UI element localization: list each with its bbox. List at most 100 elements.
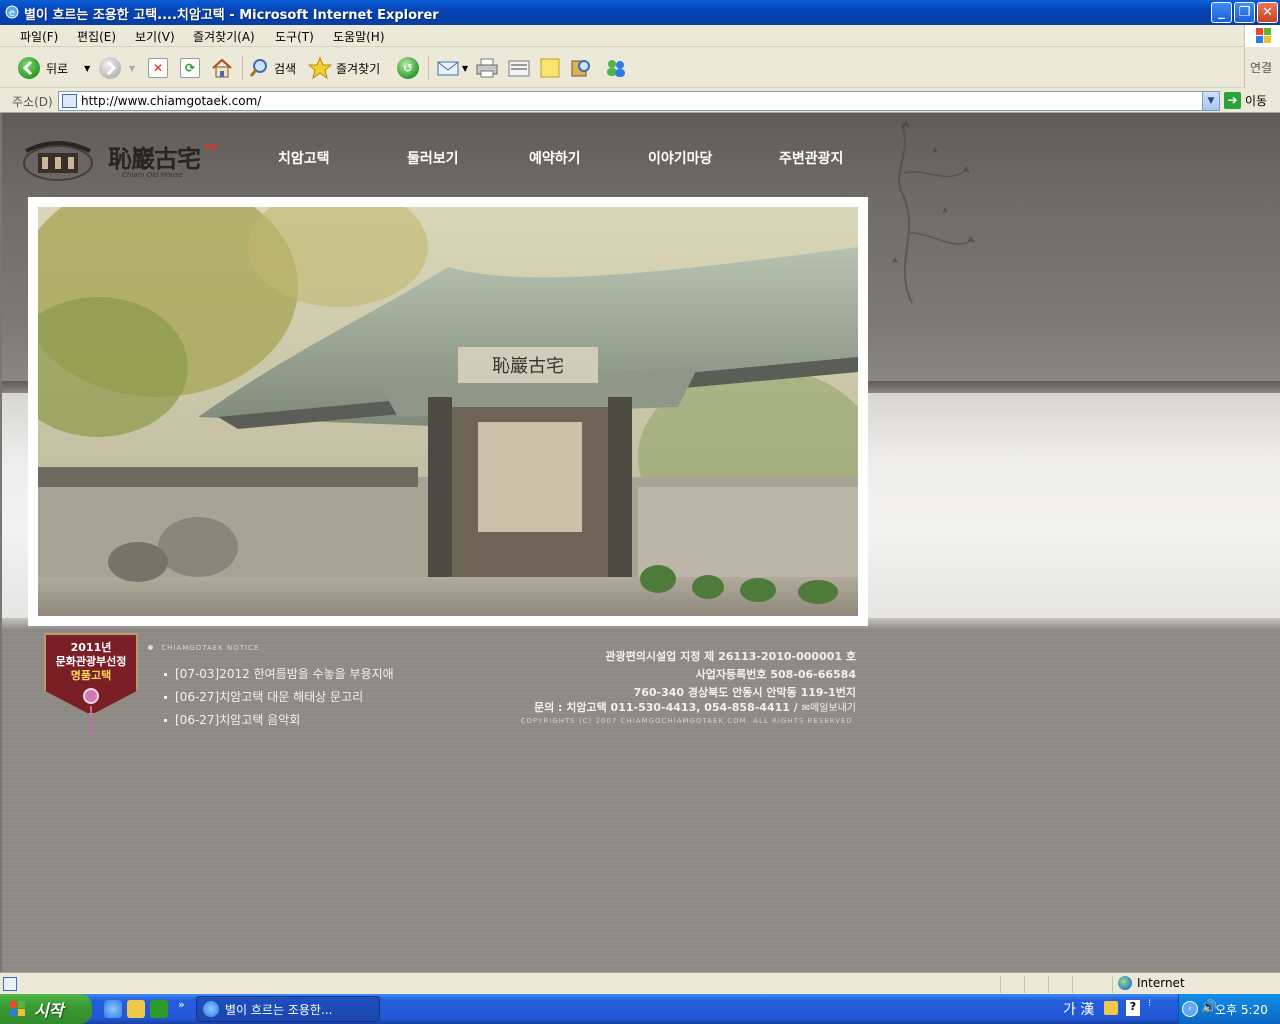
- close-button[interactable]: ✕: [1257, 2, 1278, 23]
- edit-button[interactable]: [507, 55, 531, 81]
- status-panel: [1112, 976, 1113, 993]
- printer-icon: [476, 58, 498, 78]
- start-label: 시작: [34, 1001, 64, 1020]
- menu-tools[interactable]: 도구(T): [275, 28, 314, 45]
- edit-document-icon: [508, 60, 530, 77]
- discuss-button[interactable]: [538, 55, 562, 81]
- address-label: 주소(D): [12, 95, 53, 109]
- refresh-button[interactable]: ⟳: [180, 55, 200, 81]
- hero-frame: 恥巖古宅: [28, 197, 868, 626]
- messenger-button[interactable]: [603, 55, 629, 81]
- research-button[interactable]: [569, 55, 593, 81]
- home-icon: [212, 58, 232, 78]
- globe-icon: [1118, 976, 1132, 990]
- contact-text: 문의 : 치암고택 011-530-4413, 054-858-4411 /: [533, 701, 798, 714]
- quicklaunch-expand-icon[interactable]: »: [178, 998, 185, 1011]
- notice-text[interactable]: [07-03]2012 한여름밤을 수놓을 부용지애: [175, 667, 394, 681]
- search-button[interactable]: 검색: [248, 55, 296, 81]
- ime-indicator[interactable]: 가 漢: [1063, 999, 1094, 1019]
- badge-line2: 명품고택: [70, 669, 112, 682]
- note-icon: [540, 58, 560, 78]
- back-dropdown-icon[interactable]: ▼: [84, 64, 90, 73]
- research-icon: [571, 60, 590, 77]
- toolbar-separator: [242, 56, 243, 80]
- tray-collapse-icon[interactable]: ‹: [1182, 1001, 1198, 1017]
- search-label: 검색: [274, 61, 297, 76]
- notice-bullet-icon: [148, 645, 153, 650]
- notice-text[interactable]: [06-27]치암고택 음악회: [175, 713, 300, 727]
- nav-chiamgotaek[interactable]: 치암고택: [278, 148, 330, 168]
- forward-dropdown-icon[interactable]: ▼: [129, 64, 135, 73]
- nav-tour[interactable]: 둘러보기: [407, 148, 459, 168]
- mail-link-label: 메일보내기: [810, 703, 856, 714]
- stop-button[interactable]: ✕: [148, 55, 168, 81]
- address-dropdown-icon[interactable]: ▼: [1202, 92, 1219, 110]
- start-button[interactable]: 시작: [0, 994, 92, 1024]
- help-icon[interactable]: ?: [1126, 1000, 1140, 1016]
- address-info: 760-340 경상북도 안동시 안막동 119-1번지: [633, 686, 856, 699]
- forward-arrow-icon: [99, 57, 121, 79]
- windows-flag-icon: [10, 1001, 25, 1016]
- hero-image-gate: 恥巖古宅: [38, 207, 858, 616]
- nav-nearby-attractions[interactable]: 주변관광지: [779, 148, 843, 168]
- notice-title-text: CHIAMGOTAEK NOTICE: [161, 644, 260, 652]
- license-info: 관광편의시설업 지정 제 26113-2010-000001 호: [605, 650, 856, 663]
- menu-favorites[interactable]: 즐겨찾기(A): [193, 28, 255, 45]
- nav-reservation[interactable]: 예약하기: [529, 148, 581, 168]
- window-title: 별이 흐르는 조용한 고택....치암고택 - Microsoft Intern…: [24, 8, 439, 23]
- mail-link[interactable]: ✉메일보내기: [802, 703, 856, 714]
- award-badge: 2011년 문화관광부선정 명품고택: [44, 633, 138, 735]
- site-logo[interactable]: 恥巖古宅 Chiam Old House TM: [18, 131, 222, 187]
- restore-button[interactable]: ❐: [1234, 2, 1255, 23]
- system-tray: ‹ 🔊 오후 5:20: [1178, 994, 1280, 1024]
- quicklaunch-folder-icon[interactable]: [127, 1000, 145, 1018]
- menu-edit[interactable]: 편집(E): [77, 28, 116, 45]
- internet-explorer-icon: e: [5, 5, 19, 19]
- status-panel: [1000, 976, 1001, 993]
- back-button[interactable]: 뒤로 ▼: [18, 55, 90, 81]
- taskbar: 시작 » 별이 흐르는 조용한... 가 漢 ? ⁝ ‹ 🔊 오후 5:20: [0, 994, 1280, 1024]
- notice-item[interactable]: [07-03]2012 한여름밤을 수놓을 부용지애: [164, 665, 394, 682]
- links-button[interactable]: 연결: [1244, 48, 1280, 88]
- mail-button[interactable]: ▼: [436, 55, 468, 81]
- address-url[interactable]: http://www.chiamgotaek.com/: [81, 94, 261, 108]
- forward-button[interactable]: ▼: [99, 55, 135, 81]
- toolbar: 뒤로 ▼ ▼ ✕ ⟳ 검색 즐겨찾기 ↺ ▼: [0, 48, 1280, 88]
- security-zone: Internet: [1118, 976, 1185, 990]
- house-emblem-icon: [23, 141, 93, 181]
- history-icon: ↺: [397, 57, 419, 79]
- address-field[interactable]: http://www.chiamgotaek.com/ ▼: [58, 91, 1220, 111]
- ime-options-icon[interactable]: ⁝: [1148, 998, 1151, 1009]
- menu-help[interactable]: 도움말(H): [333, 28, 385, 45]
- search-icon: [249, 59, 267, 77]
- logo-hanja-text: 恥巖古宅: [108, 144, 201, 173]
- knot-ornament-icon: [83, 688, 99, 704]
- notice-item[interactable]: [06-27]치암고택 대문 해태상 문고리: [164, 688, 363, 705]
- taskbar-window-button[interactable]: 별이 흐르는 조용한...: [196, 996, 380, 1022]
- go-button[interactable]: ➔ 이동: [1224, 92, 1267, 109]
- history-button[interactable]: ↺: [397, 55, 419, 81]
- status-bar: Internet: [0, 972, 1280, 994]
- bullet-icon: [164, 673, 167, 676]
- contact-info: 문의 : 치암고택 011-530-4413, 054-858-4411 / ✉…: [534, 699, 856, 715]
- home-button[interactable]: [210, 55, 234, 81]
- notice-text[interactable]: [06-27]치암고택 대문 해태상 문고리: [175, 690, 363, 704]
- menu-view[interactable]: 보기(V): [135, 28, 175, 45]
- ime-tool-icon[interactable]: [1104, 1001, 1118, 1015]
- mail-dropdown-icon[interactable]: ▼: [462, 64, 468, 73]
- back-label: 뒤로: [46, 61, 69, 76]
- hero-signboard-text: 恥巖古宅: [492, 356, 564, 377]
- notice-item[interactable]: [06-27]치암고택 음악회: [164, 711, 300, 728]
- quicklaunch-ie-icon[interactable]: [104, 1000, 122, 1018]
- print-button[interactable]: [475, 55, 499, 81]
- title-bar: e 별이 흐르는 조용한 고택....치암고택 - Microsoft Inte…: [0, 0, 1280, 25]
- bullet-icon: [164, 719, 167, 722]
- minimize-button[interactable]: _: [1211, 2, 1232, 23]
- favorites-button[interactable]: 즐겨찾기: [308, 55, 380, 81]
- go-arrow-icon: ➔: [1224, 92, 1241, 109]
- taskbar-ie-icon: [203, 1001, 219, 1017]
- clock: 오후 5:20: [1215, 1003, 1268, 1017]
- nav-stories[interactable]: 이야기마당: [648, 148, 712, 168]
- quicklaunch-excel-icon[interactable]: [150, 1000, 168, 1018]
- menu-file[interactable]: 파일(F): [20, 28, 58, 45]
